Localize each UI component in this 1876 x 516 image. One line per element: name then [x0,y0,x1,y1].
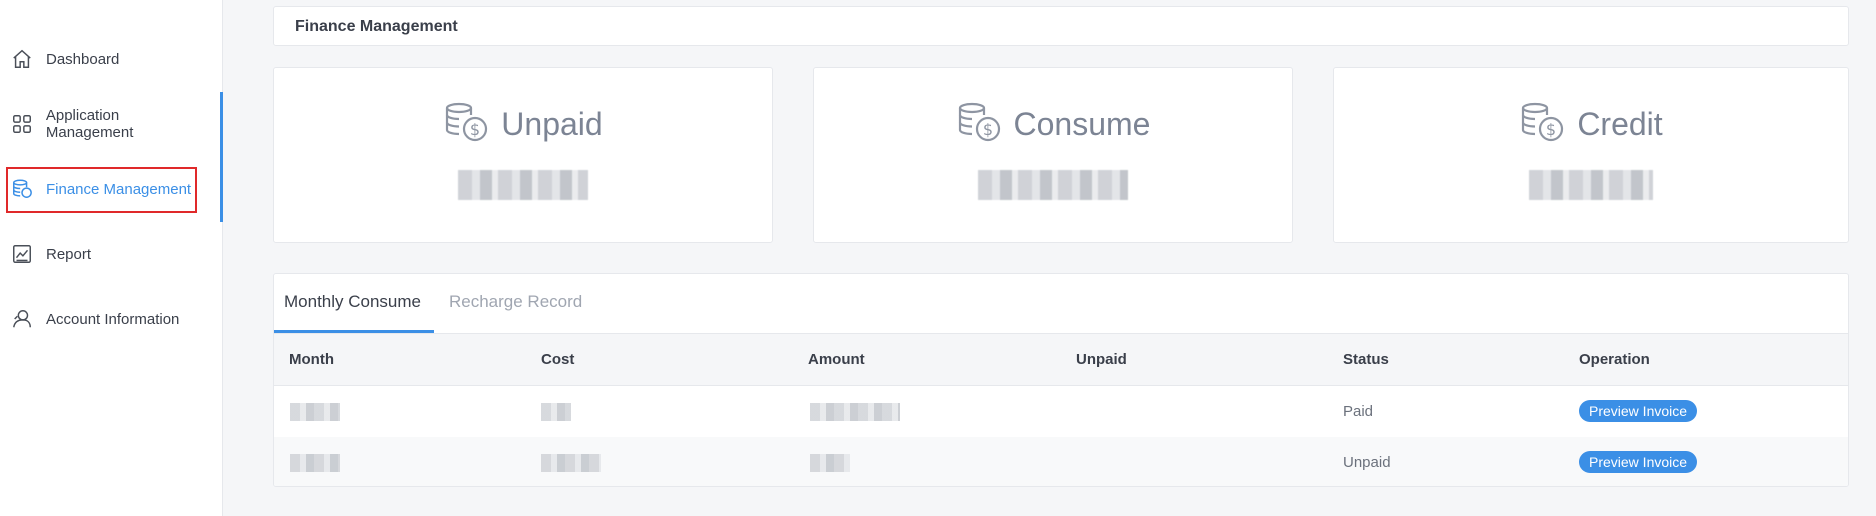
page-title: Finance Management [295,18,458,35]
column-header: Operation [1579,351,1650,368]
unpaid-card: $ Unpaid [273,67,773,243]
status-cell: Unpaid [1343,454,1391,471]
tab-monthly-consume[interactable]: Monthly Consume [284,292,421,312]
column-header: Status [1343,351,1389,368]
sidebar-item-report[interactable]: Report [10,234,210,274]
column-header: Month [289,351,334,368]
svg-text:$: $ [470,120,480,139]
sidebar-item-label: Report [46,245,92,263]
sidebar-item-label: Dashboard [46,50,120,68]
cost-redacted [541,454,601,472]
consume-value-redacted [978,170,1128,200]
status-cell: Paid [1343,403,1374,420]
grid-icon [10,112,34,136]
user-icon [10,307,34,331]
unpaid-label: Unpaid [501,105,603,142]
consume-label: Consume [1013,105,1151,142]
coins-dollar-icon: $ [1519,101,1577,148]
active-tab-indicator [274,330,434,333]
header-panel: Finance Management [273,6,1849,46]
column-header: Cost [541,351,575,368]
active-indicator [220,92,223,222]
sidebar-item-label: Application Management [45,107,134,141]
preview-invoice-button[interactable]: Preview Invoice [1579,451,1698,473]
svg-text:$: $ [982,120,992,139]
month-redacted [290,403,340,421]
sidebar-item-application-management[interactable]: Application Management [10,104,210,144]
coins-dollar-icon: $ [956,101,1014,148]
unpaid-value-redacted [458,170,588,200]
chart-icon [10,242,34,266]
credit-label: Credit [1577,105,1663,142]
amount-redacted [810,454,850,472]
credit-value-redacted [1529,170,1653,200]
tab-recharge-record[interactable]: Recharge Record [449,292,582,312]
sidebar-item-label: Account Information [46,310,180,328]
table-row: Paid Preview Invoice [274,386,1848,438]
tab-bar: Monthly Consume Recharge Record [274,274,1848,334]
amount-redacted [810,403,900,421]
coins-dollar-icon: $ [443,101,501,148]
preview-invoice-button[interactable]: Preview Invoice [1579,400,1698,422]
consume-card: $ Consume [813,67,1293,243]
month-redacted [290,454,340,472]
cost-redacted [541,403,571,421]
svg-text:$: $ [1546,120,1556,139]
sidebar-item-dashboard[interactable]: Dashboard [10,39,210,79]
column-header: Amount [808,351,865,368]
column-header: Unpaid [1076,351,1127,368]
credit-card: $ Credit [1333,67,1849,243]
home-icon [10,47,34,71]
table-row: Unpaid Preview Invoice [274,437,1848,486]
records-panel: Monthly Consume Recharge Record Month Co… [273,273,1849,487]
sidebar: Dashboard Application Management Finance… [0,0,223,516]
table-header: Month Cost Amount Unpaid Status Operatio… [274,334,1848,386]
sidebar-item-account-information[interactable]: Account Information [10,299,210,339]
highlight-box [6,167,197,213]
